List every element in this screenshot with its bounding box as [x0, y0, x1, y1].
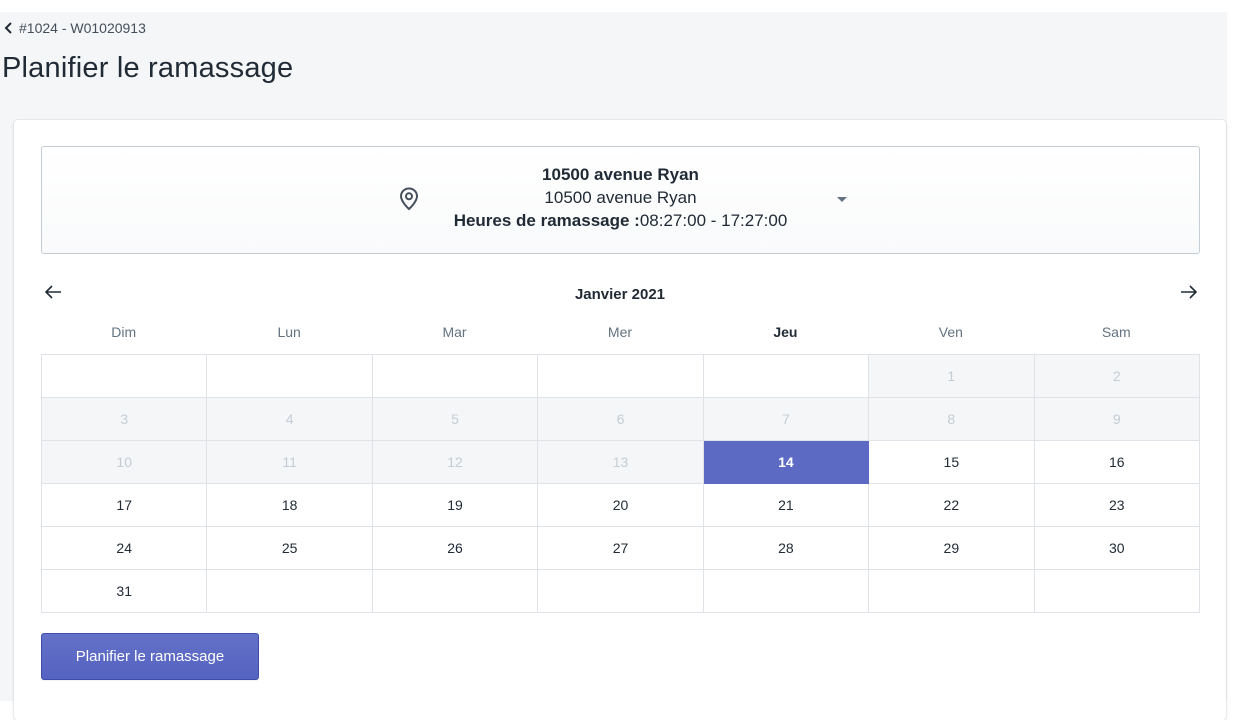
month-label: Janvier 2021 — [574, 286, 666, 303]
schedule-card: 10500 avenue Ryan 10500 avenue Ryan Heur… — [14, 120, 1226, 720]
calendar-week: 12 — [40, 354, 1201, 398]
calendar-week: 31 — [40, 569, 1201, 613]
pickup-hours: Heures de ramassage :08:27:00 - 17:27:00 — [42, 209, 1199, 232]
weekday-label: Dim — [111, 324, 137, 340]
chevron-left-icon — [4, 22, 12, 34]
weekday-label: Sam — [1101, 324, 1131, 340]
calendar-empty-cell — [537, 569, 704, 613]
calendar-day: 4 — [206, 397, 373, 441]
calendar-day[interactable]: 18 — [206, 483, 373, 527]
calendar-day: 2 — [1033, 354, 1201, 398]
calendar-day: 11 — [206, 440, 373, 484]
weekday-header: Dim Lun Mar Mer Jeu Ven Sam — [41, 324, 1199, 340]
calendar-day: 9 — [1033, 397, 1201, 441]
calendar-empty-cell — [206, 354, 373, 398]
calendar-day: 12 — [371, 440, 539, 484]
calendar-day[interactable]: 21 — [702, 483, 870, 527]
location-name: 10500 avenue Ryan — [542, 165, 699, 184]
calendar-week: 3456789 — [40, 397, 1201, 441]
calendar-day[interactable]: 17 — [40, 483, 208, 527]
calendar-day: 7 — [702, 397, 870, 441]
location-details: 10500 avenue Ryan 10500 avenue Ryan Heur… — [42, 163, 1199, 232]
calendar-day: 8 — [868, 397, 1035, 441]
caret-down-icon — [837, 197, 847, 202]
calendar-day: 1 — [868, 354, 1035, 398]
pickup-hours-label: Heures de ramassage : — [453, 211, 640, 230]
calendar-day[interactable]: 22 — [868, 483, 1035, 527]
calendar-empty-cell — [868, 569, 1035, 613]
location-address: 10500 avenue Ryan — [544, 188, 697, 207]
calendar-day: 5 — [371, 397, 539, 441]
calendar-empty-cell — [702, 354, 870, 398]
location-select[interactable]: 10500 avenue Ryan 10500 avenue Ryan Heur… — [41, 146, 1200, 254]
calendar-day[interactable]: 20 — [537, 483, 704, 527]
breadcrumb-label: #1024 - W01020913 — [19, 20, 146, 36]
calendar-day: 13 — [537, 440, 704, 484]
month-navigation: Janvier 2021 — [41, 278, 1199, 308]
calendar-week: 24 25 26 27 28 29 30 — [40, 526, 1201, 570]
breadcrumb[interactable]: #1024 - W01020913 — [4, 20, 146, 36]
weekday-label: Mer — [607, 324, 633, 340]
calendar-day: 10 — [40, 440, 208, 484]
schedule-pickup-button[interactable]: Planifier le ramassage — [41, 633, 259, 680]
page-background: #1024 - W01020913 Planifier le ramassage… — [0, 12, 1227, 720]
weekday-label: Mar — [442, 324, 467, 340]
calendar-day[interactable]: 16 — [1033, 440, 1201, 484]
page-title: Planifier le ramassage — [2, 52, 294, 84]
calendar-day[interactable]: 28 — [702, 526, 870, 570]
calendar-empty-cell — [371, 354, 539, 398]
calendar-day[interactable]: 26 — [371, 526, 539, 570]
calendar-empty-cell — [371, 569, 539, 613]
calendar-empty-cell — [1033, 569, 1201, 613]
weekday-label: Lun — [277, 324, 301, 340]
calendar-day: 6 — [537, 397, 704, 441]
calendar-grid: 1 2 3 4 5 6 7 8 9 10 11 12 13 14 15 16 17 18 19 20 21 22 23 24 2… — [40, 354, 1201, 613]
calendar-empty-cell — [206, 569, 373, 613]
calendar-day[interactable]: 30 — [1033, 526, 1201, 570]
calendar-day[interactable]: 15 — [868, 440, 1035, 484]
calendar-day[interactable]: 19 — [371, 483, 539, 527]
calendar-week: 17 18 19 20 21 22 23 — [40, 483, 1201, 527]
weekday-label: Jeu — [773, 324, 798, 340]
calendar-day: 3 — [40, 397, 208, 441]
calendar-day[interactable]: 31 — [40, 569, 208, 613]
calendar-empty-cell — [40, 354, 208, 398]
calendar-day[interactable]: 24 — [40, 526, 208, 570]
weekday-label: Ven — [938, 324, 963, 340]
pickup-hours-value: 08:27:00 - 17:27:00 — [639, 211, 788, 230]
calendar-day[interactable]: 25 — [206, 526, 373, 570]
calendar-day[interactable]: 29 — [868, 526, 1035, 570]
calendar-day[interactable]: 27 — [537, 526, 704, 570]
calendar-empty-cell — [537, 354, 704, 398]
calendar-day-selected[interactable]: 14 — [702, 440, 870, 484]
calendar-empty-cell — [702, 569, 870, 613]
calendar-week: 10 11 12 13 14 15 16 — [40, 440, 1201, 484]
calendar-day[interactable]: 23 — [1033, 483, 1201, 527]
arrow-right-icon[interactable] — [1179, 282, 1199, 302]
